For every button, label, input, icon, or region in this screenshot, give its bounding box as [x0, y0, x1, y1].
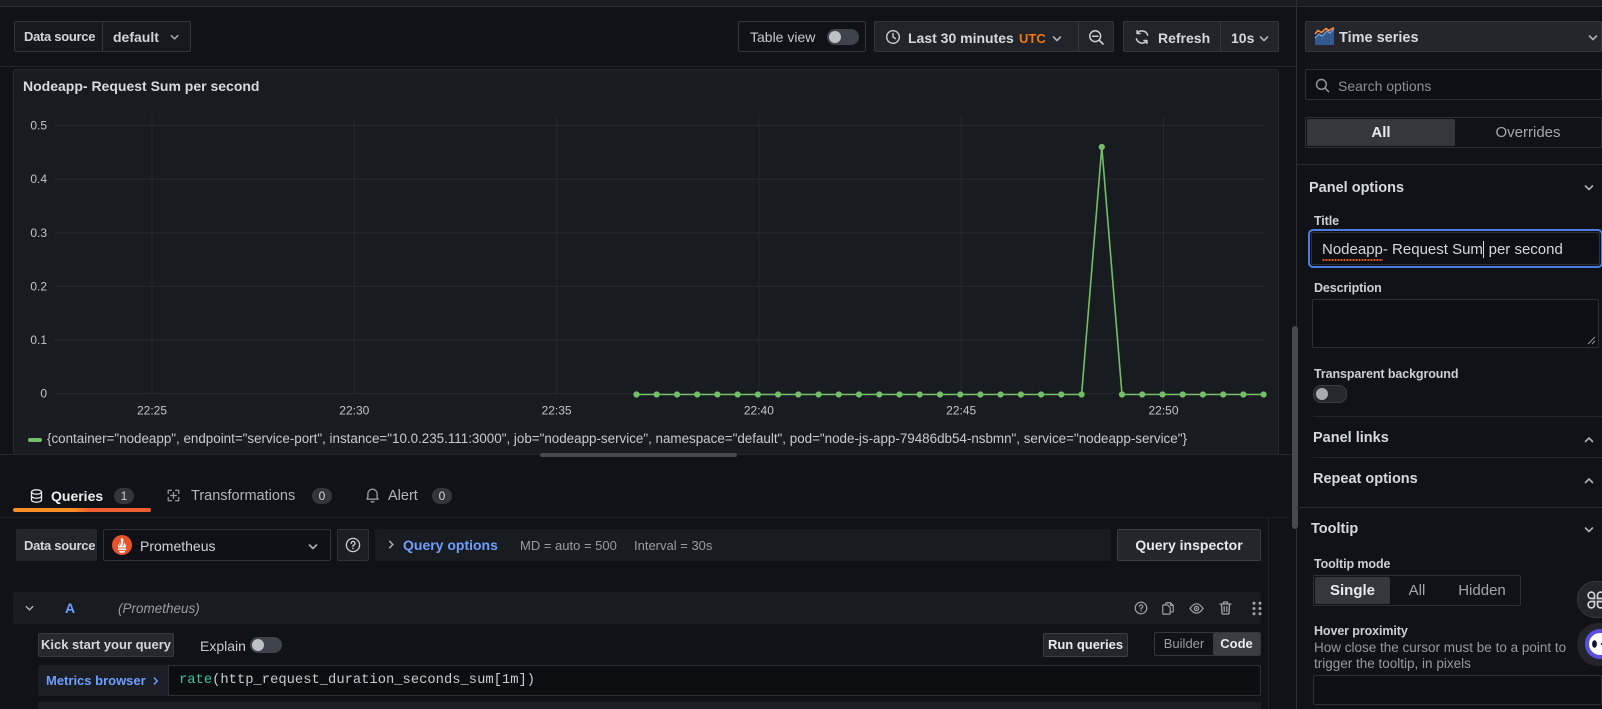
svg-text:22:30: 22:30	[339, 404, 369, 418]
svg-text:0: 0	[40, 387, 47, 401]
svg-text:22:50: 22:50	[1148, 404, 1178, 418]
svg-text:0.5: 0.5	[30, 119, 47, 133]
svg-text:0.2: 0.2	[30, 279, 47, 293]
svg-text:22:25: 22:25	[137, 404, 167, 418]
svg-text:22:45: 22:45	[946, 404, 976, 418]
svg-text:0.1: 0.1	[30, 333, 47, 347]
svg-text:0.3: 0.3	[30, 226, 47, 240]
svg-text:22:40: 22:40	[744, 404, 774, 418]
svg-text:0.4: 0.4	[30, 172, 47, 186]
svg-text:22:35: 22:35	[542, 404, 572, 418]
